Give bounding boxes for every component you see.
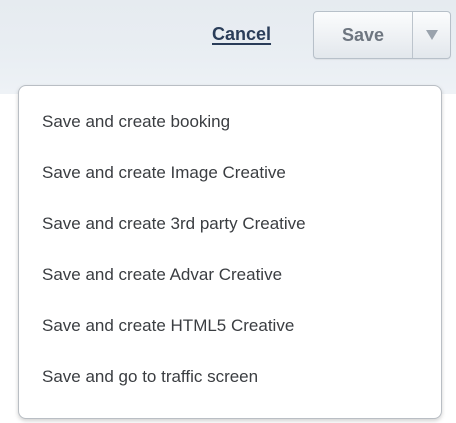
toolbar: Cancel Save [0, 0, 456, 94]
save-button[interactable]: Save [314, 12, 412, 58]
menu-item-save-and-go-to-traffic-screen[interactable]: Save and go to traffic screen [19, 351, 441, 402]
cancel-link[interactable]: Cancel [212, 24, 271, 45]
save-options-toggle[interactable] [413, 12, 450, 58]
save-split-button: Save [313, 11, 451, 59]
chevron-down-icon [426, 30, 438, 40]
menu-item-save-and-create-html5-creative[interactable]: Save and create HTML5 Creative [19, 300, 441, 351]
menu-item-save-and-create-3rd-party-creative[interactable]: Save and create 3rd party Creative [19, 198, 441, 249]
menu-item-save-and-create-advar-creative[interactable]: Save and create Advar Creative [19, 249, 441, 300]
menu-item-save-and-create-image-creative[interactable]: Save and create Image Creative [19, 147, 441, 198]
menu-item-save-and-create-booking[interactable]: Save and create booking [19, 96, 441, 147]
save-options-menu: Save and create booking Save and create … [18, 85, 442, 419]
